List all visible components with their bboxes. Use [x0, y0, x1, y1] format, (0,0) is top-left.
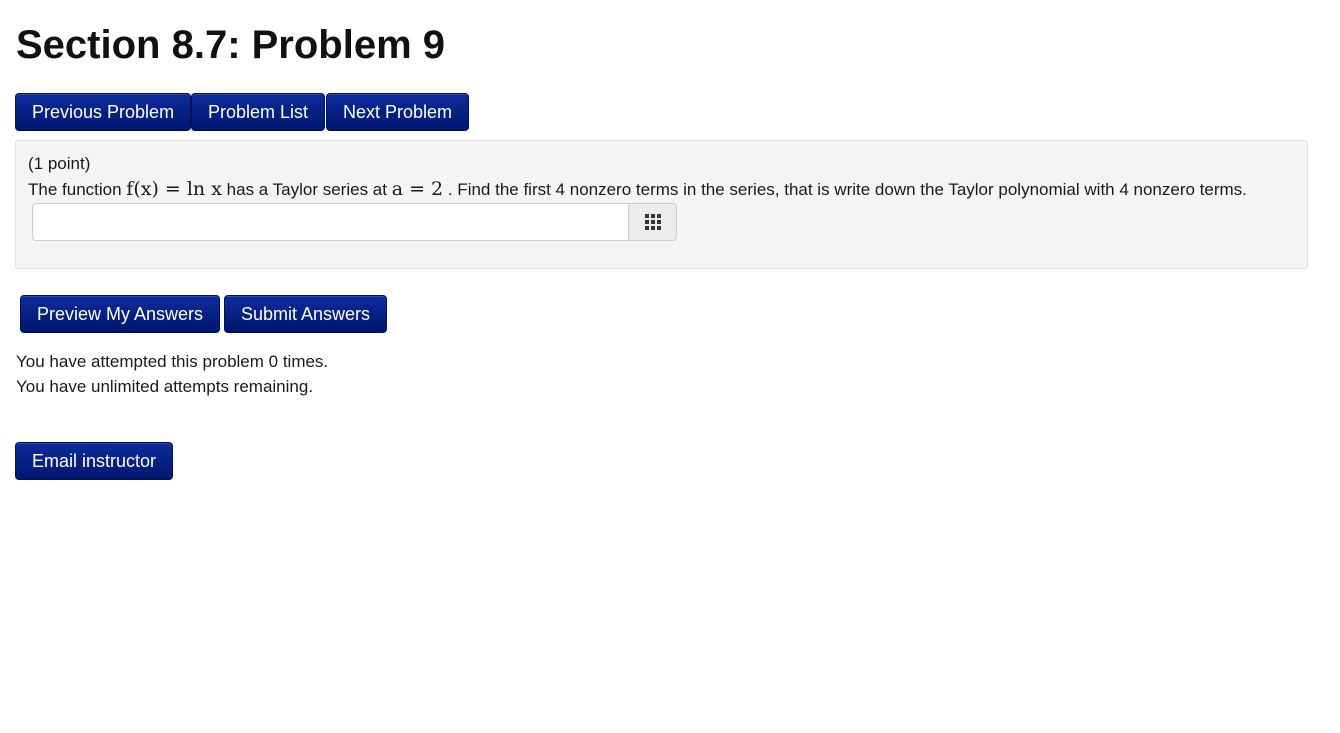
- previous-problem-button[interactable]: Previous Problem: [15, 93, 192, 131]
- grid-icon: [645, 214, 663, 230]
- matrix-entry-button[interactable]: [628, 203, 677, 241]
- function-math: f(x) = ln x: [126, 178, 222, 200]
- statement-text-3: . Find the first 4 nonzero terms in the …: [447, 180, 1247, 199]
- submit-answers-button[interactable]: Submit Answers: [224, 295, 388, 333]
- answer-input[interactable]: [32, 203, 628, 241]
- attempts-status: You have attempted this problem 0 times.: [16, 352, 329, 371]
- next-problem-button[interactable]: Next Problem: [326, 93, 470, 131]
- point-math: a = 2: [391, 178, 444, 200]
- remaining-status: You have unlimited attempts remaining.: [16, 377, 314, 396]
- problem-page: Section 8.7: Problem 9 Previous Problem …: [0, 0, 1340, 733]
- page-title: Section 8.7: Problem 9: [16, 23, 446, 67]
- problem-panel: (1 point) The function f(x) = ln x has a…: [15, 140, 1308, 269]
- problem-statement: The function f(x) = ln x has a Taylor se…: [28, 177, 1247, 202]
- problem-points: (1 point): [28, 154, 91, 173]
- statement-text-1: The function: [28, 180, 127, 199]
- preview-answers-button[interactable]: Preview My Answers: [20, 295, 221, 333]
- problem-list-button[interactable]: Problem List: [191, 93, 326, 131]
- email-instructor-button[interactable]: Email instructor: [15, 442, 174, 480]
- statement-text-2: has a Taylor series at: [226, 180, 392, 199]
